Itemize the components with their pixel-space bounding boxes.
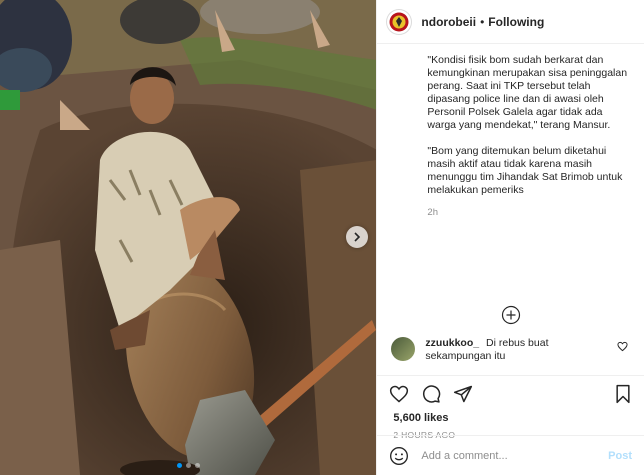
post-caption: "Kondisi fisik bom sudah berkarat dan ke… bbox=[377, 44, 644, 299]
add-comment-bar: Post bbox=[377, 435, 644, 475]
caption-paragraph: "Kondisi fisik bom sudah berkarat dan ke… bbox=[427, 54, 628, 131]
carousel-dot bbox=[194, 463, 200, 468]
likes-count[interactable]: 5,600 likes bbox=[377, 412, 644, 428]
comment-item: zzuukkoo_ Di rebus buat sekampungan itu bbox=[377, 331, 644, 375]
commenter-avatar[interactable] bbox=[391, 337, 416, 361]
load-more-comments-button[interactable] bbox=[377, 299, 644, 331]
heart-icon[interactable] bbox=[389, 384, 409, 404]
post-side-panel: ndorobeii • Following "Kondisi fisik bom… bbox=[376, 0, 644, 475]
bookmark-icon[interactable] bbox=[614, 384, 632, 404]
photo-illustration bbox=[0, 0, 377, 475]
header-separator: • bbox=[480, 14, 485, 29]
comment-text-block: zzuukkoo_ Di rebus buat sekampungan itu bbox=[425, 337, 617, 375]
plus-circle-icon bbox=[501, 305, 521, 325]
smiley-icon[interactable] bbox=[389, 446, 409, 466]
comment-username[interactable]: zzuukkoo_ bbox=[425, 337, 479, 349]
chevron-right-icon bbox=[352, 232, 362, 242]
comment-bubble-icon[interactable] bbox=[421, 384, 441, 404]
instagram-post-modal: ndorobeii • Following "Kondisi fisik bom… bbox=[0, 0, 644, 475]
profile-avatar[interactable] bbox=[387, 9, 412, 34]
caption-paragraph: "Bom yang ditemukan belum diketahui masi… bbox=[427, 145, 623, 196]
following-button[interactable]: Following bbox=[488, 15, 544, 29]
post-username[interactable]: ndorobeii bbox=[421, 15, 476, 29]
carousel-indicator bbox=[0, 463, 376, 468]
police-emblem-icon bbox=[389, 12, 409, 32]
add-comment-input[interactable] bbox=[419, 448, 609, 463]
carousel-dot bbox=[176, 463, 182, 468]
like-comment-heart-icon[interactable] bbox=[617, 341, 628, 375]
post-comment-button[interactable]: Post bbox=[608, 450, 632, 462]
post-actions-bar bbox=[377, 376, 644, 412]
post-photo[interactable] bbox=[0, 0, 377, 475]
caption-timestamp: 2h bbox=[427, 207, 438, 218]
post-header: ndorobeii • Following bbox=[377, 0, 644, 44]
paper-plane-icon[interactable] bbox=[453, 384, 473, 404]
carousel-dot bbox=[185, 463, 191, 468]
